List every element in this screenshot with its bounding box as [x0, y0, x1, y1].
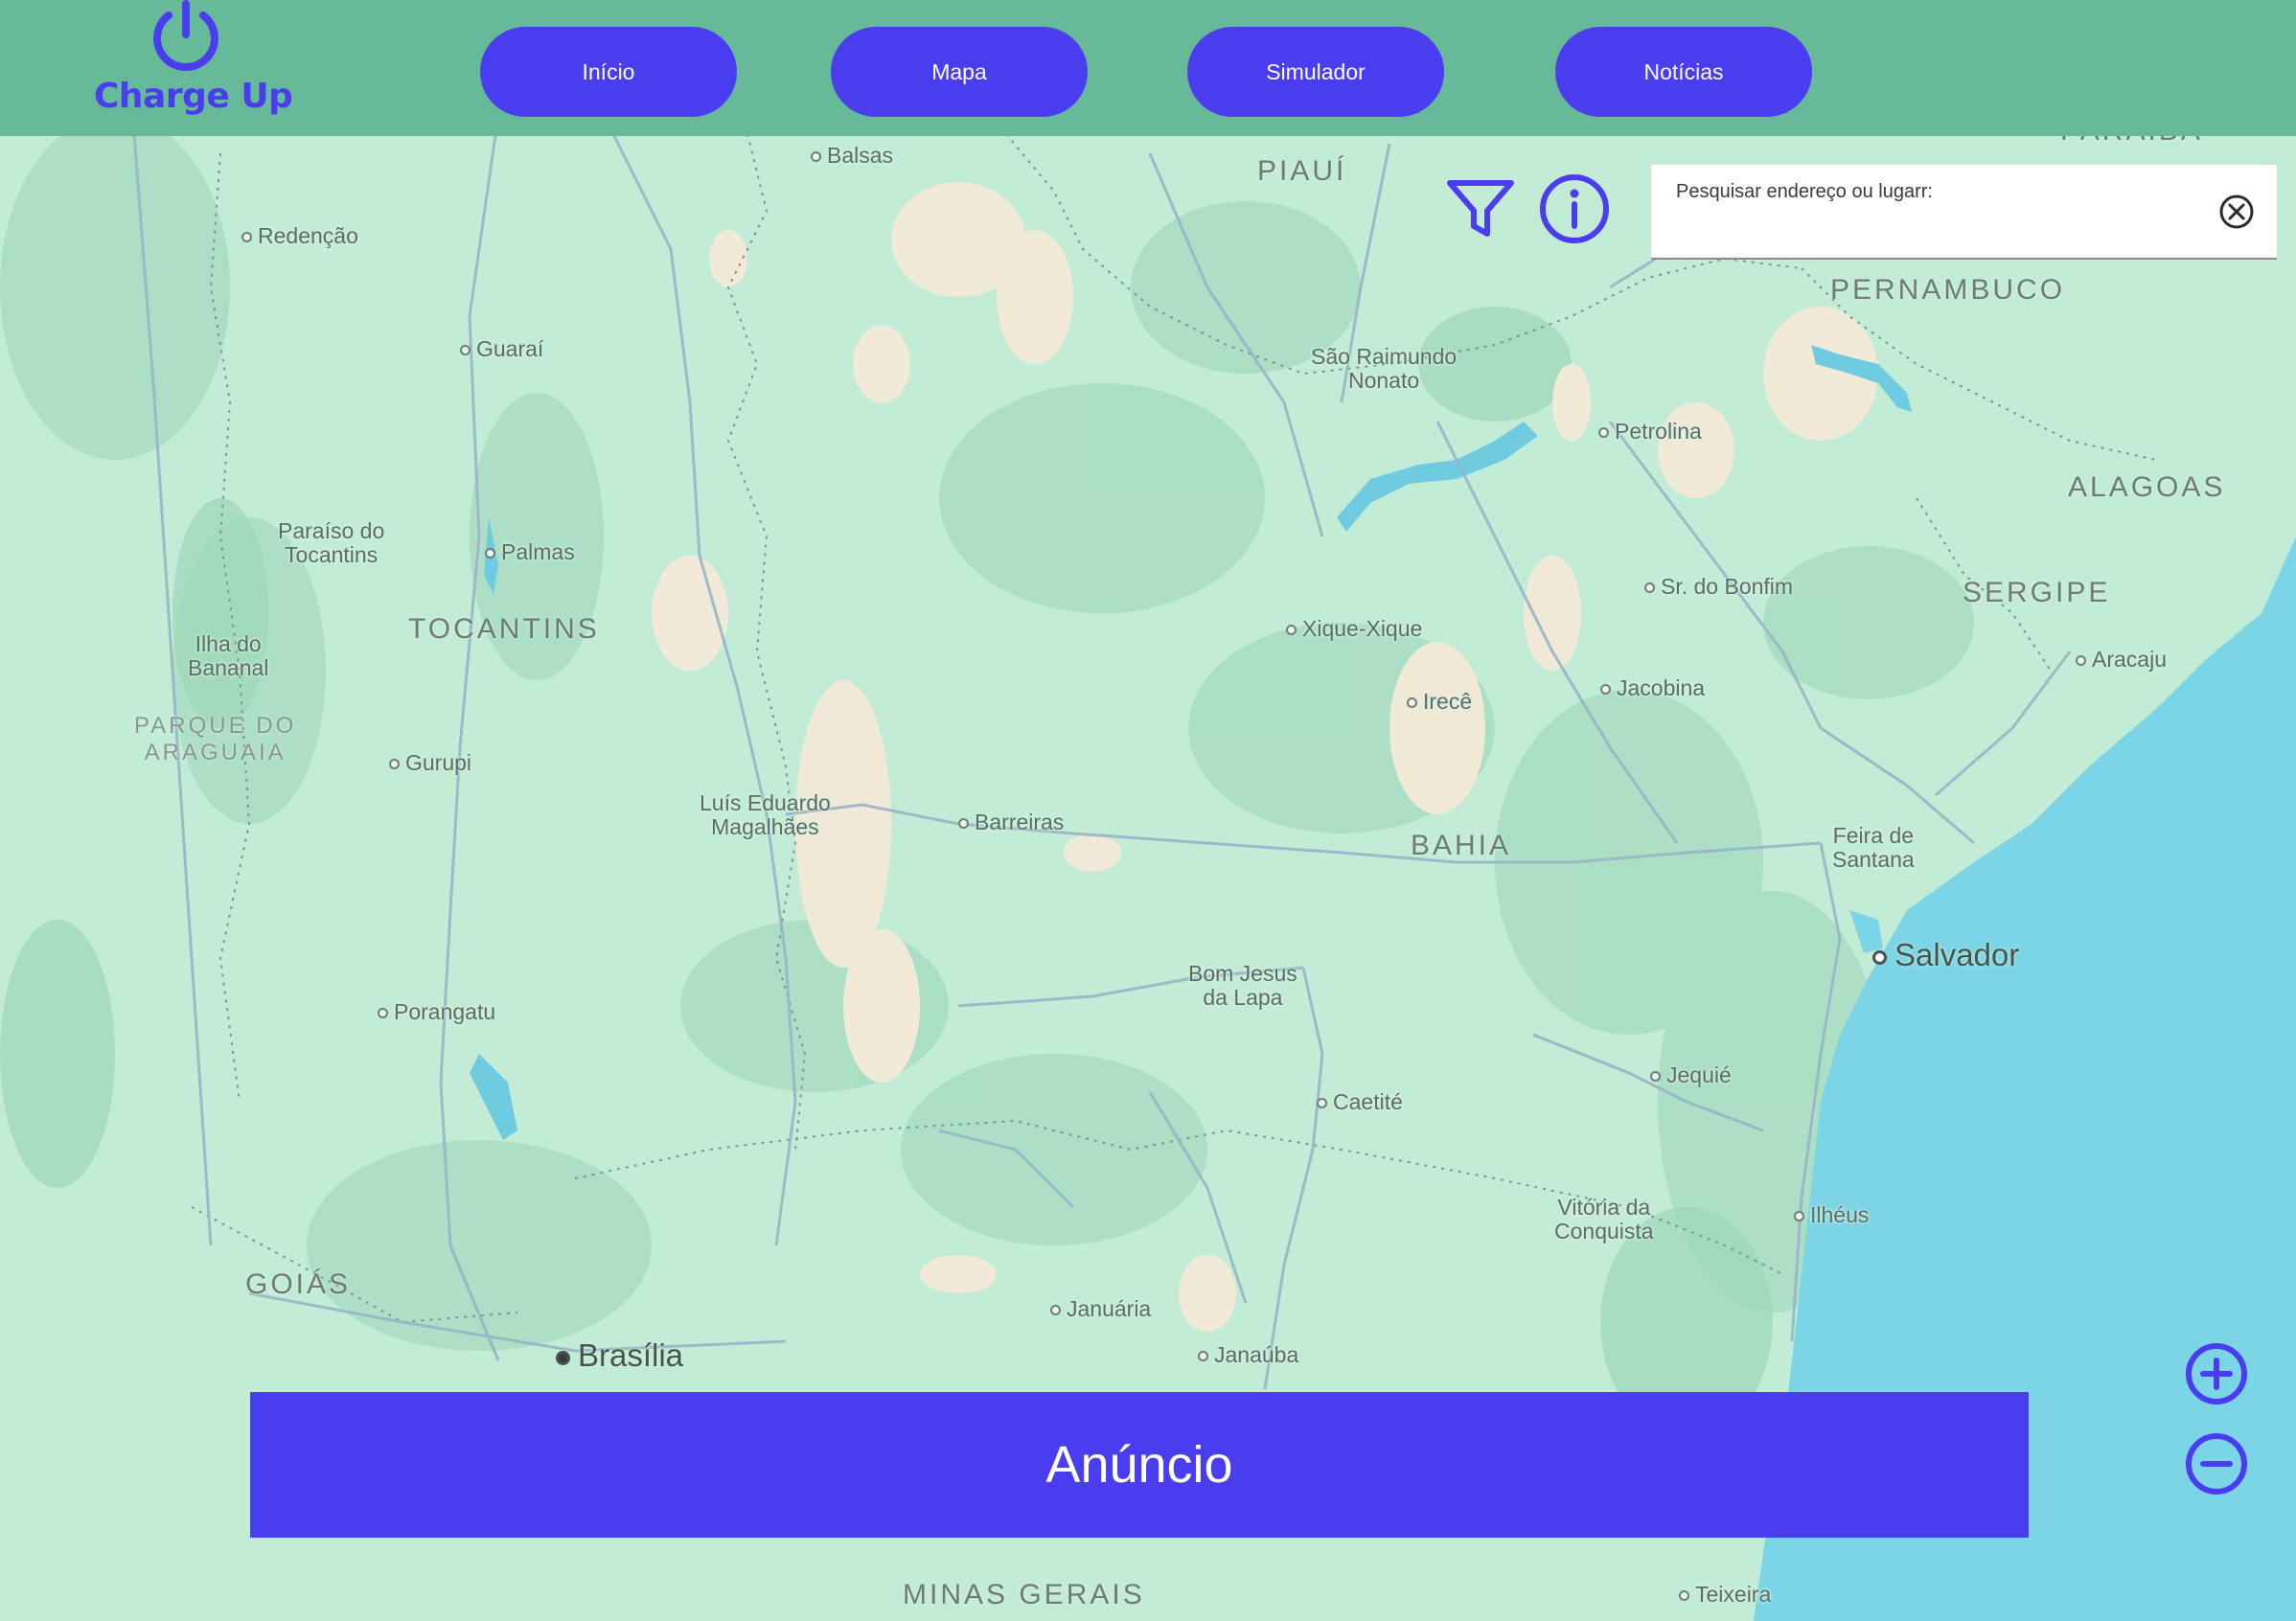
nav-simulador-button[interactable]: Simulador: [1187, 27, 1444, 117]
plus-circle-icon: [2186, 1343, 2247, 1404]
top-nav-bar: Charge Up Início Mapa Simulador Notícias: [0, 0, 2296, 136]
logo[interactable]: Charge Up: [88, 0, 293, 125]
map-place-label: Bom Jesus da Lapa: [1188, 961, 1297, 1011]
map-place-label: Vitória da Conquista: [1554, 1195, 1654, 1244]
filter-button[interactable]: [1445, 178, 1516, 240]
map-place-label: Petrolina: [1598, 419, 1702, 444]
ad-text: Anúncio: [1045, 1436, 1233, 1494]
map-state-label: SERGIPE: [1963, 577, 2111, 608]
map-state-label: PERNAMBUCO: [1830, 274, 2066, 306]
zoom-in-button[interactable]: [2184, 1341, 2249, 1406]
minus-circle-icon: [2186, 1433, 2247, 1495]
close-circle-icon: [2219, 194, 2254, 229]
ad-banner[interactable]: Anúncio: [250, 1392, 2029, 1538]
map-place-label: Jacobina: [1600, 675, 1705, 700]
map-capital-label: Salvador: [1872, 937, 2019, 973]
nav-mapa-button[interactable]: Mapa: [831, 27, 1088, 117]
map-place-label: Jequié: [1650, 1062, 1732, 1087]
map-state-label: GOIÁS: [245, 1268, 352, 1300]
map-place-label: Janaúba: [1198, 1342, 1298, 1367]
map-place-label: Teixeira: [1679, 1582, 1771, 1607]
map-place-label: Gurupi: [389, 750, 471, 775]
filter-icon: [1447, 180, 1514, 237]
map-place-label: Palmas: [485, 539, 575, 564]
nav-inicio-button[interactable]: Início: [480, 27, 737, 117]
info-button[interactable]: [1538, 172, 1611, 245]
map-state-label: ALAGOAS: [2068, 471, 2226, 503]
map-state-label: BAHIA: [1411, 830, 1512, 861]
map-place-label: Irecê: [1407, 689, 1472, 714]
search-input[interactable]: [1674, 213, 2192, 247]
map-park-label: PARQUE DO ARAGUAIA: [134, 713, 297, 765]
search-label: Pesquisar endereço ou lugarr:: [1676, 181, 1933, 202]
map-place-label: Paraíso do Tocantins: [278, 518, 385, 568]
map-place-label: São Raimundo Nonato: [1311, 344, 1458, 394]
map-place-label: Ilha do Bananal: [188, 631, 269, 681]
map-place-label: Guaraí: [460, 336, 543, 361]
map-place-label: Aracaju: [2076, 647, 2167, 672]
power-icon: [153, 0, 218, 71]
map-place-label: Feira de Santana: [1832, 823, 1915, 873]
zoom-out-button[interactable]: [2184, 1431, 2249, 1496]
map-place-label: Caetité: [1317, 1089, 1403, 1114]
logo-text: Charge Up: [94, 77, 293, 116]
map-state-label: MINAS GERAIS: [903, 1579, 1145, 1610]
map-place-label: Sr. do Bonfim: [1644, 574, 1793, 599]
map-state-label: TOCANTINS: [408, 613, 600, 645]
map-place-label: Ilhéus: [1794, 1202, 1869, 1227]
info-icon: [1540, 174, 1609, 243]
map-place-label: Januária: [1050, 1296, 1151, 1321]
map-capital-label: Brasília: [556, 1337, 683, 1374]
map-place-label: Redenção: [241, 223, 358, 248]
map-state-label: PIAUÍ: [1257, 155, 1347, 187]
map-place-label: Porangatu: [378, 999, 495, 1024]
map-place-label: Luís Eduardo Magalhães: [700, 790, 831, 840]
nav-noticias-button[interactable]: Notícias: [1555, 27, 1812, 117]
map-place-label: Barreiras: [958, 810, 1064, 834]
clear-search-button[interactable]: [2217, 193, 2256, 231]
map-place-label: Balsas: [811, 143, 893, 168]
map-place-label: Xique-Xique: [1286, 616, 1422, 641]
search-box: Pesquisar endereço ou lugarr:: [1651, 165, 2277, 260]
